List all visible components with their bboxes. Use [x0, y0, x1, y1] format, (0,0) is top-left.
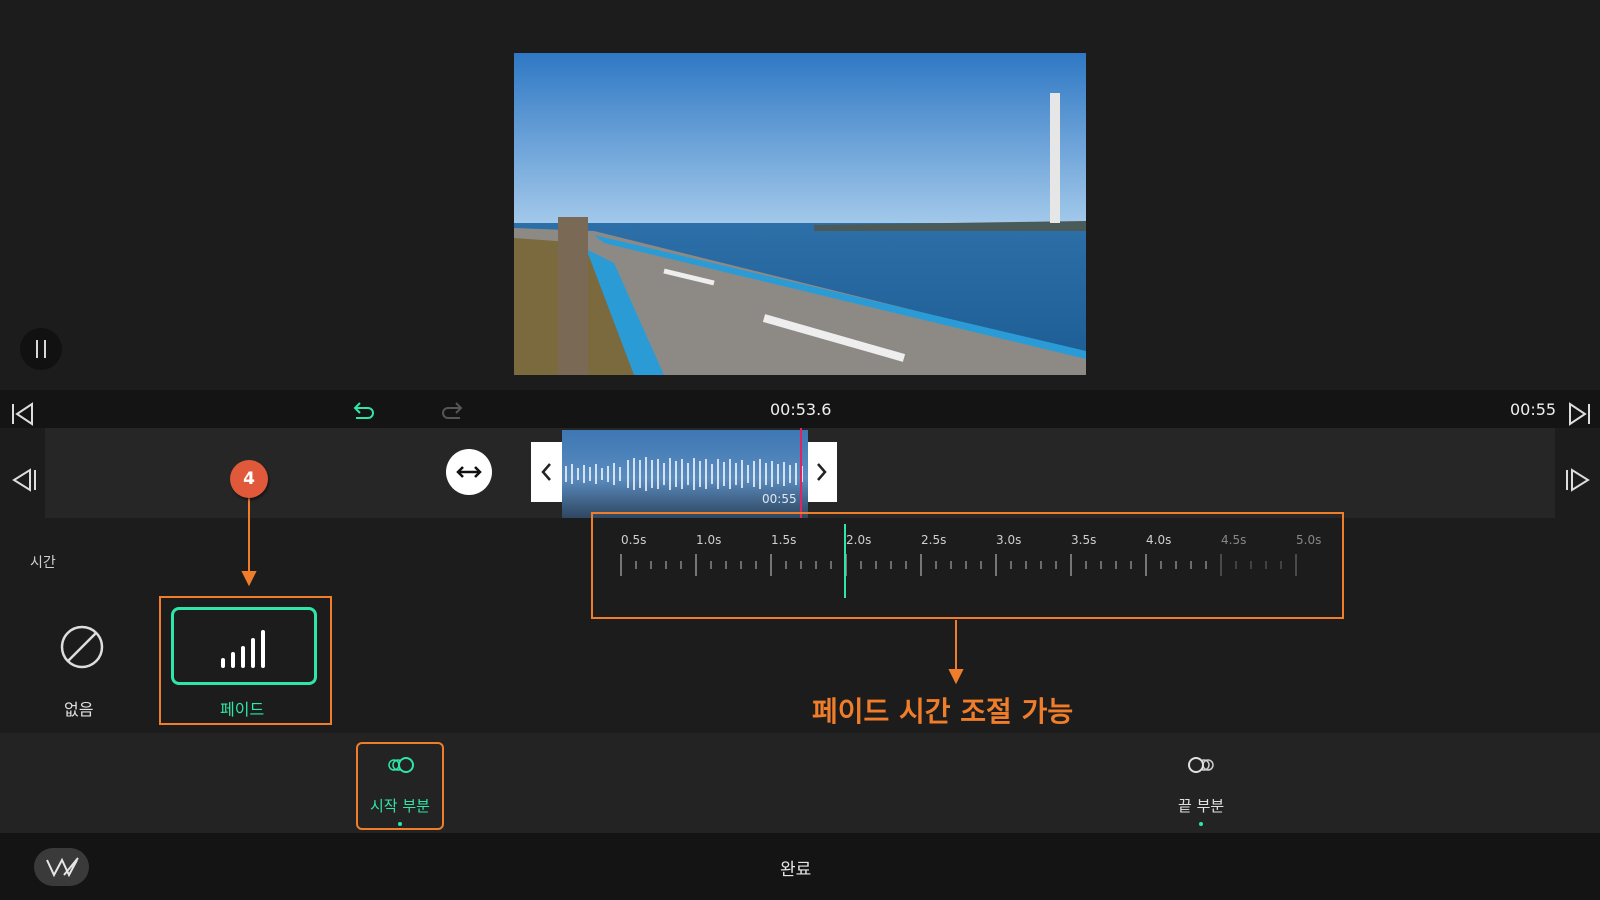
ruler-label: 2.5s — [921, 533, 946, 547]
pause-button[interactable] — [20, 328, 62, 370]
option-none[interactable] — [60, 625, 104, 669]
fade-in-icon — [388, 757, 414, 773]
app-logo-icon — [46, 857, 79, 878]
ruler-label: 0.5s — [621, 533, 646, 547]
ruler-label: 3.0s — [996, 533, 1021, 547]
skip-end-icon[interactable] — [1566, 402, 1592, 426]
current-timecode: 00:53.6 — [770, 400, 832, 419]
app-logo-button[interactable] — [34, 848, 89, 886]
fade-position-tabs — [0, 733, 1600, 833]
trim-left-handle-icon[interactable] — [535, 460, 559, 484]
clip-thumbnail: 00:55 — [562, 430, 808, 518]
skip-start-icon[interactable] — [10, 402, 36, 426]
tab-start[interactable] — [356, 742, 444, 830]
duration-ruler[interactable]: 0.5s 1.0s 1.5s 2.0s 2.5s 3.0s 3.5s 4.0s 4.5s 5.0s — [593, 514, 1342, 617]
prev-frame-icon[interactable] — [10, 468, 38, 492]
option-none-label: 없음 — [64, 700, 94, 719]
clip-timecode: 00:55 — [762, 492, 797, 506]
swap-horizontal-icon — [456, 466, 482, 478]
step-badge-4: 4 — [230, 460, 268, 498]
playhead[interactable] — [800, 428, 802, 518]
ruler-label: 4.0s — [1146, 533, 1171, 547]
none-icon — [60, 625, 104, 669]
ruler-label: 1.0s — [696, 533, 721, 547]
video-preview — [514, 53, 1086, 375]
tab-end-label[interactable]: 끝 부분 — [1178, 795, 1224, 816]
ruler-label: 3.5s — [1071, 533, 1096, 547]
tab-start-label: 시작 부분 — [370, 797, 430, 815]
trim-right-handle-icon[interactable] — [809, 460, 833, 484]
undo-icon[interactable] — [350, 400, 376, 424]
annotation-highlight-fade — [159, 596, 332, 725]
ruler-label: 1.5s — [771, 533, 796, 547]
redo-icon[interactable] — [440, 400, 466, 424]
annotation-caption: 페이드 시간 조절 가능 — [812, 695, 1074, 728]
end-timecode: 00:55 — [1510, 400, 1557, 419]
duration-section-label: 시간 — [30, 555, 56, 571]
ruler-label: 5.0s — [1296, 533, 1321, 547]
ruler-label: 2.0s — [846, 533, 871, 547]
fade-out-icon[interactable] — [1186, 756, 1216, 774]
tab-start-indicator — [398, 822, 402, 826]
ruler-label: 4.5s — [1221, 533, 1246, 547]
next-frame-icon[interactable] — [1564, 468, 1592, 492]
done-button[interactable]: 완료 — [780, 855, 811, 880]
tab-end-indicator — [1199, 822, 1203, 826]
swap-button[interactable] — [446, 449, 492, 495]
